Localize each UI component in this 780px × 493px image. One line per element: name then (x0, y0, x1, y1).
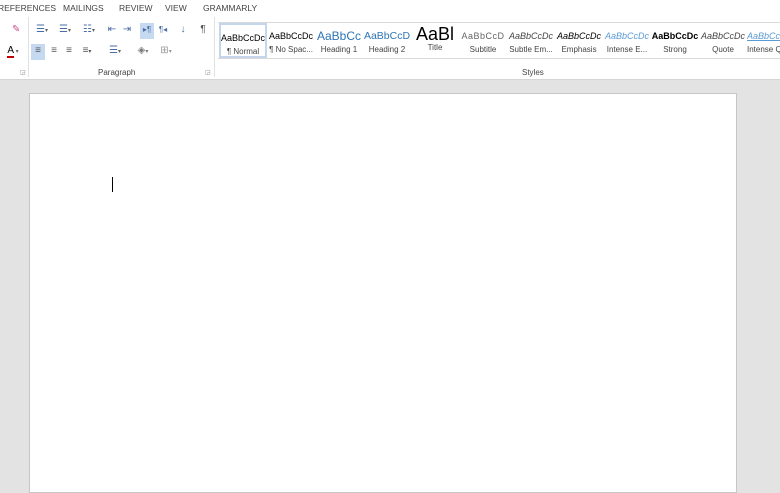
styles-group-label: Styles (522, 68, 544, 77)
font-color-button[interactable]: A ▾ (4, 44, 22, 60)
ltr-icon[interactable]: ▸¶ (140, 23, 154, 39)
style-no-spacing[interactable]: AaBbCcDc ¶ No Spac... (267, 23, 315, 58)
style-normal[interactable]: AaBbCcDc ¶ Normal (219, 23, 267, 58)
ribbon-tabs: REFERENCES MAILINGS REVIEW VIEW GRAMMARL… (0, 0, 780, 15)
style-title[interactable]: AaBl Title (411, 23, 459, 58)
sort-icon[interactable]: ↓ (176, 23, 190, 39)
line-spacing-icon[interactable]: ☰▾ (105, 44, 125, 60)
paragraph-dialog-launcher-icon[interactable]: ◲ (205, 69, 211, 76)
ribbon: ✎ A ▾ ☰▾ ☰▾ ☷▾ ⇤ ⇥ ▸¶ ¶◂ ↓ ¶ ≡ ≡ ≡ ≡▾ ☰▾… (0, 15, 780, 80)
bullets-icon[interactable]: ☰▾ (32, 23, 52, 39)
text-cursor (112, 177, 113, 192)
tab-review[interactable]: REVIEW (119, 3, 153, 13)
pilcrow-icon[interactable]: ¶ (197, 23, 209, 39)
paragraph-group-label: Paragraph (98, 68, 136, 77)
font-dialog-launcher-icon[interactable]: ◲ (20, 69, 26, 76)
styles-gallery: AaBbCcDc ¶ Normal AaBbCcDc ¶ No Spac... Aa… (218, 22, 780, 59)
document-page[interactable] (29, 93, 737, 493)
increase-indent-icon[interactable]: ⇥ (120, 23, 134, 39)
style-strong[interactable]: AaBbCcDc Strong (651, 23, 699, 58)
align-right-icon[interactable]: ≡ (62, 44, 76, 60)
clear-formatting-icon[interactable]: ✎ (12, 23, 20, 39)
style-subtitle[interactable]: AaBbCcD Subtitle (459, 23, 507, 58)
style-quote[interactable]: AaBbCcDc Quote (699, 23, 747, 58)
shading-icon[interactable]: ◈▾ (133, 44, 153, 60)
multilevel-list-icon[interactable]: ☷▾ (79, 23, 99, 39)
tab-mailings[interactable]: MAILINGS (63, 3, 104, 13)
style-intense-emphasis[interactable]: AaBbCcDc Intense E... (603, 23, 651, 58)
style-heading-2[interactable]: AaBbCcD Heading 2 (363, 23, 411, 58)
numbering-icon[interactable]: ☰▾ (55, 23, 75, 39)
rtl-icon[interactable]: ¶◂ (156, 23, 170, 39)
tab-view[interactable]: VIEW (165, 3, 187, 13)
justify-icon[interactable]: ≡▾ (77, 44, 97, 60)
style-heading-1[interactable]: AaBbCc Heading 1 (315, 23, 363, 58)
style-intense-quote[interactable]: AaBbCcDcIntense Q... (747, 23, 780, 58)
decrease-indent-icon[interactable]: ⇤ (105, 23, 119, 39)
align-center-icon[interactable]: ≡ (47, 44, 61, 60)
style-emphasis[interactable]: AaBbCcDc Emphasis (555, 23, 603, 58)
tab-references[interactable]: REFERENCES (0, 3, 56, 13)
style-subtle-emphasis[interactable]: AaBbCcDc Subtle Em... (507, 23, 555, 58)
tab-grammarly[interactable]: GRAMMARLY (203, 3, 257, 13)
borders-icon[interactable]: ⊞▾ (156, 44, 176, 60)
align-left-icon[interactable]: ≡ (31, 44, 45, 60)
